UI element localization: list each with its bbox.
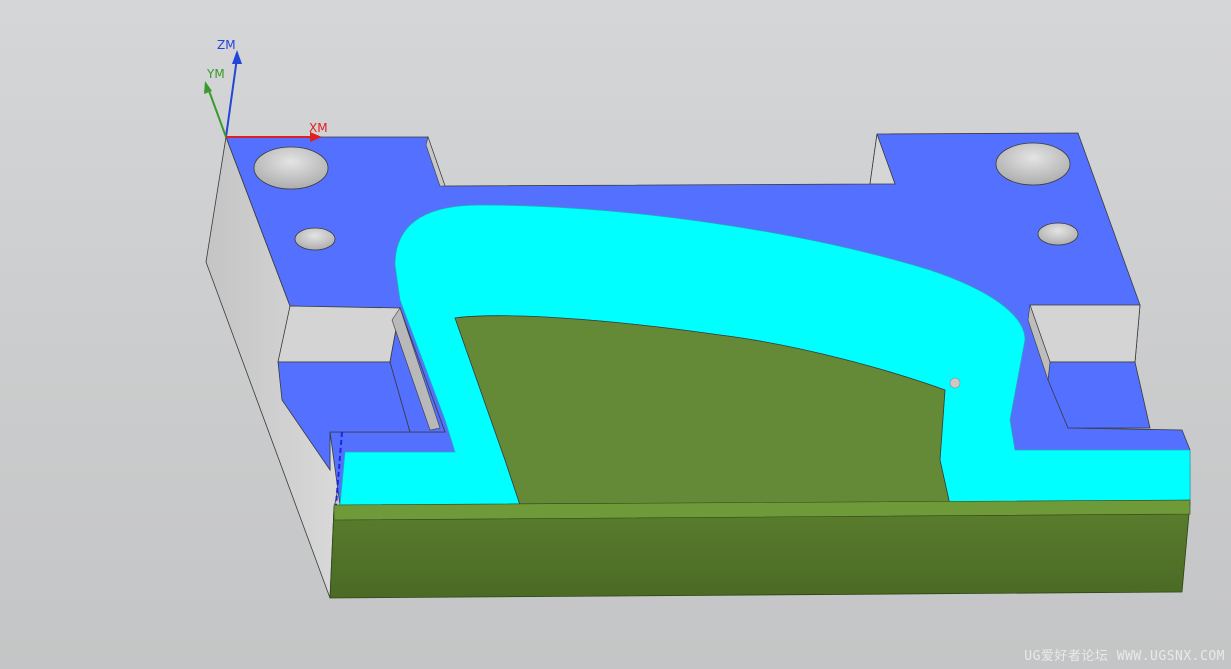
large-hole-right[interactable] [995, 142, 1071, 186]
y-axis-line [207, 87, 227, 138]
y-axis-arrow-icon [204, 81, 212, 94]
wcs-triad[interactable]: ZM YM XM [204, 38, 328, 142]
watermark-text: UG爱好者论坛 WWW.UGSNX.COM [1024, 649, 1225, 664]
graphics-window[interactable]: ZM YM XM UG爱好者论坛 WWW.UGSNX.COM [0, 0, 1231, 669]
model-view[interactable]: ZM YM XM [0, 0, 1231, 669]
y-axis-label: YM [206, 67, 225, 81]
z-axis-line [225, 57, 238, 138]
reference-point[interactable] [949, 377, 961, 389]
large-hole-left[interactable] [253, 146, 329, 190]
left-notch-wall [277, 305, 401, 363]
small-hole-left[interactable] [294, 227, 336, 251]
z-axis-arrow-icon [232, 50, 242, 64]
small-hole-right[interactable] [1037, 222, 1079, 246]
z-axis-label: ZM [217, 38, 236, 52]
x-axis-label: XM [309, 121, 328, 135]
